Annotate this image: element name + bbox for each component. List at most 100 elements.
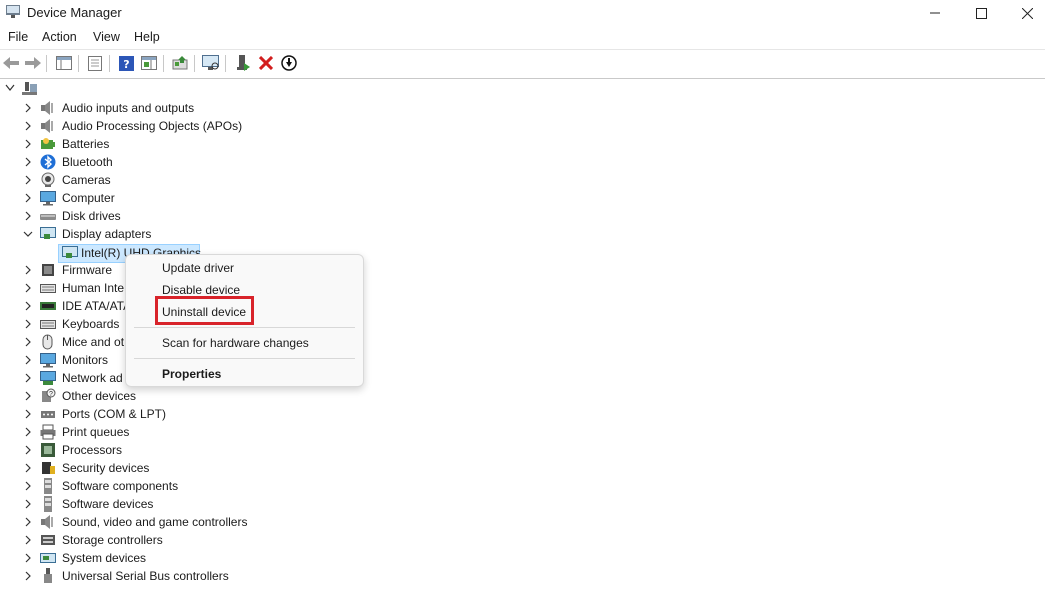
tree-category-row[interactable]: Audio Processing Objects (APOs) [0, 117, 400, 135]
title-bar: Device Manager [0, 0, 1045, 26]
enable-device-toolbar-button[interactable] [234, 54, 252, 72]
tree-category-row[interactable]: Sound, video and game controllers [0, 513, 400, 531]
chevron-right-icon[interactable] [23, 516, 33, 528]
tree-category-label: Ports (COM & LPT) [62, 407, 167, 421]
tree-category-label: Audio inputs and outputs [62, 101, 195, 115]
chevron-right-icon[interactable] [23, 462, 33, 474]
chevron-right-icon[interactable] [23, 444, 33, 456]
menu-update-driver[interactable]: Update driver [162, 261, 234, 275]
scan-monitor-icon [202, 55, 219, 70]
tree-category-row[interactable]: Computer [0, 189, 400, 207]
tree-category-row[interactable]: Batteries [0, 135, 400, 153]
tree-category-row[interactable]: Ports (COM & LPT) [0, 405, 400, 423]
menu-disable-device[interactable]: Disable device [162, 283, 240, 297]
keyboard-icon [40, 320, 56, 329]
printer-icon [40, 424, 56, 440]
chevron-right-icon[interactable] [23, 336, 33, 348]
system-icon [40, 553, 56, 563]
menu-view[interactable]: View [93, 30, 120, 44]
disable-device-toolbar-button[interactable] [280, 54, 298, 72]
tree-category-row[interactable]: Processors [0, 441, 400, 459]
arrow-left-icon [3, 57, 19, 69]
menu-scan-hardware[interactable]: Scan for hardware changes [162, 336, 309, 350]
menu-help[interactable]: Help [134, 30, 160, 44]
chevron-right-icon[interactable] [23, 408, 33, 420]
device-manager-icon [6, 5, 20, 18]
menu-properties[interactable]: Properties [162, 367, 221, 381]
chevron-right-icon[interactable] [23, 480, 33, 492]
tree-category-label: Monitors [62, 353, 109, 367]
chevron-right-icon[interactable] [23, 426, 33, 438]
chevron-right-icon[interactable] [23, 102, 33, 114]
svg-text:?: ? [49, 391, 53, 398]
download-circle-icon [281, 55, 297, 71]
chevron-right-icon[interactable] [23, 264, 33, 276]
tree-category-row[interactable]: Audio inputs and outputs [0, 99, 400, 117]
tree-category-row[interactable]: Disk drives [0, 207, 400, 225]
chevron-right-icon[interactable] [23, 210, 33, 222]
chevron-right-icon[interactable] [23, 174, 33, 186]
arrow-right-icon [25, 57, 41, 69]
tree-category-row[interactable]: Bluetooth [0, 153, 400, 171]
tree-category-row[interactable]: Software devices [0, 495, 400, 513]
speaker-icon [41, 101, 53, 115]
chevron-right-icon[interactable] [23, 498, 33, 510]
tree-category-row[interactable]: Storage controllers [0, 531, 400, 549]
display-adapter-icon [40, 227, 56, 239]
update-driver-toolbar-button[interactable] [171, 54, 189, 72]
chevron-right-icon[interactable] [23, 354, 33, 366]
tree-category-label: Cameras [62, 173, 111, 187]
help-toolbar-button[interactable]: ? [117, 54, 135, 72]
tree-category-row[interactable]: System devices [0, 549, 400, 567]
properties-toolbar-button[interactable] [86, 54, 104, 72]
chevron-right-icon[interactable] [23, 282, 33, 294]
minimize-button[interactable] [912, 0, 958, 26]
tree-category-label: Mice and ot [62, 335, 125, 349]
tree-category-label: Human Inte [62, 281, 125, 295]
chevron-right-icon[interactable] [23, 300, 33, 312]
chevron-right-icon[interactable] [23, 192, 33, 204]
menu-action[interactable]: Action [42, 30, 77, 44]
tree-category-row[interactable]: Cameras [0, 171, 400, 189]
tree-category-label: Security devices [62, 461, 150, 475]
menu-file[interactable]: File [8, 30, 28, 44]
chevron-right-icon[interactable] [23, 138, 33, 150]
speaker-icon [41, 119, 53, 133]
tree-category-row[interactable]: Print queues [0, 423, 400, 441]
camera-icon [41, 172, 55, 187]
tree-category-label: Firmware [62, 263, 112, 277]
ide-icon [40, 302, 56, 310]
chevron-down-icon[interactable] [5, 84, 15, 92]
show-hide-console-tree-button[interactable] [55, 54, 73, 72]
chevron-right-icon[interactable] [23, 318, 33, 330]
tree-category-row[interactable]: Security devices [0, 459, 400, 477]
maximize-icon [975, 7, 987, 19]
chevron-right-icon[interactable] [23, 390, 33, 402]
chevron-right-icon[interactable] [23, 570, 33, 582]
speaker-icon [41, 515, 53, 529]
tree-category-row[interactable]: Display adapters [0, 225, 400, 243]
tree-category-row[interactable]: ? Other devices [0, 387, 400, 405]
close-button[interactable] [1004, 0, 1045, 26]
scan-hardware-toolbar-button[interactable] [202, 54, 220, 72]
tree-category-label: Universal Serial Bus controllers [62, 569, 229, 583]
tree-category-row[interactable]: Software components [0, 477, 400, 495]
chevron-right-icon[interactable] [23, 534, 33, 546]
back-button[interactable] [2, 54, 20, 72]
chevron-right-icon[interactable] [23, 156, 33, 168]
chevron-right-icon[interactable] [23, 120, 33, 132]
tree-category-label: Other devices [62, 389, 137, 403]
tree-category-row[interactable]: Universal Serial Bus controllers [0, 567, 400, 585]
chevron-right-icon[interactable] [23, 552, 33, 564]
computer-root-icon[interactable] [22, 82, 38, 96]
uninstall-device-toolbar-button[interactable] [257, 54, 275, 72]
tree-category-label: Bluetooth [62, 155, 113, 169]
chevron-right-icon[interactable] [23, 372, 33, 384]
chevron-down-icon[interactable] [23, 228, 33, 240]
action-pane-button[interactable] [140, 54, 158, 72]
forward-button[interactable] [24, 54, 42, 72]
maximize-button[interactable] [958, 0, 1004, 26]
action-pane-icon [141, 56, 157, 70]
console-tree-icon [56, 56, 72, 70]
tree-category-label: Audio Processing Objects (APOs) [62, 119, 243, 133]
